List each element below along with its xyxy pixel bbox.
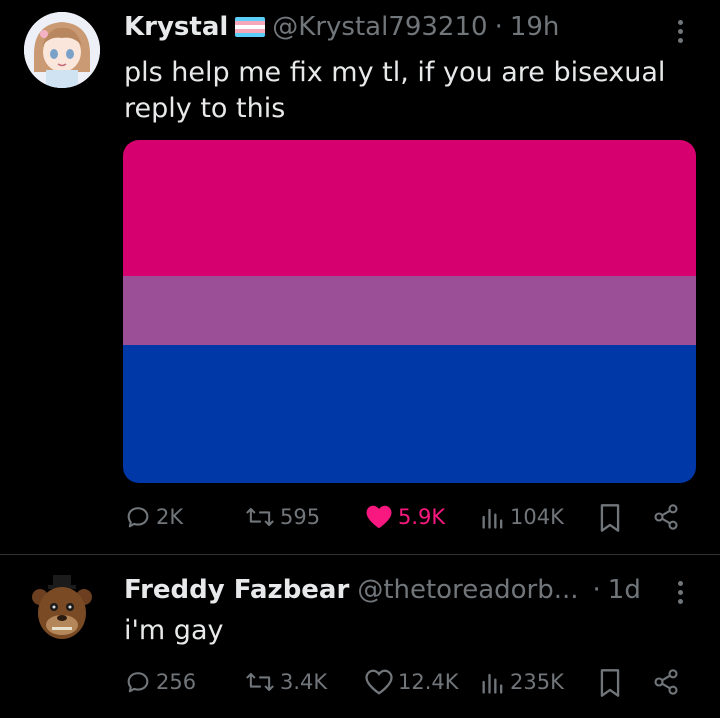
bookmark-button[interactable] <box>598 668 622 698</box>
tweet-text-line: pls help me fix my tl, if you are bisexu… <box>124 57 666 88</box>
reply-icon <box>127 507 149 528</box>
tweet-text: i'm gay <box>124 613 694 649</box>
reply-count: 2K <box>156 505 184 529</box>
repost-count: 3.4K <box>280 670 328 694</box>
separator-dot: · <box>494 12 503 42</box>
reply-button[interactable]: 2K <box>124 503 183 531</box>
bookmark-button[interactable] <box>598 503 622 533</box>
views-icon <box>482 508 503 529</box>
anime-avatar-image <box>24 12 100 88</box>
handle[interactable]: @thetoreadorb... <box>357 575 578 605</box>
separator-dot: · <box>592 575 601 605</box>
share-button[interactable] <box>652 668 680 696</box>
repost-count: 595 <box>280 505 321 529</box>
tweet-actions: 256 3.4K 12.4K 235K <box>0 668 720 704</box>
freddy-fazbear-avatar-image <box>24 569 100 645</box>
tweet-text: pls help me fix my tl, if you are bisexu… <box>124 55 694 127</box>
media-image-bi-flag[interactable] <box>123 140 696 483</box>
reply-icon <box>127 672 149 693</box>
timestamp[interactable]: 1d <box>608 575 641 605</box>
repost-icon <box>246 507 274 527</box>
views-icon <box>482 673 503 694</box>
tweet-text-line: reply to this <box>124 93 286 124</box>
flag-stripe-blue <box>123 345 696 483</box>
like-button[interactable]: 12.4K <box>364 668 459 696</box>
tweet[interactable]: Krystal @Krystal793210 · 19h pls help me… <box>0 0 720 554</box>
trans-flag-icon <box>235 17 266 37</box>
handle[interactable]: @Krystal793210 <box>272 12 487 42</box>
repost-button[interactable]: 3.4K <box>244 668 327 696</box>
avatar[interactable] <box>24 12 100 88</box>
reply-count: 256 <box>156 670 197 694</box>
bookmark-icon <box>600 669 620 697</box>
timestamp[interactable]: 19h <box>510 12 560 42</box>
tweet-text-line: i'm gay <box>124 615 224 646</box>
share-icon <box>654 669 678 695</box>
repost-button[interactable]: 595 <box>244 503 320 531</box>
more-options-icon[interactable] <box>676 581 684 604</box>
bookmark-icon <box>600 504 620 532</box>
repost-icon <box>246 672 274 692</box>
views-button[interactable]: 235K <box>480 668 564 696</box>
flag-stripe-purple <box>123 276 696 345</box>
views-button[interactable]: 104K <box>480 503 564 531</box>
heart-filled-icon <box>366 505 392 529</box>
share-button[interactable] <box>652 503 680 531</box>
views-count: 104K <box>510 505 564 529</box>
tweet[interactable]: Freddy Fazbear @thetoreadorb... · 1d i'm… <box>0 555 720 718</box>
tweet-actions: 2K 595 5.9K 104K <box>0 503 720 539</box>
share-icon <box>654 504 678 530</box>
display-name[interactable]: Krystal <box>124 12 228 42</box>
flag-stripe-pink <box>123 140 696 276</box>
like-button[interactable]: 5.9K <box>364 503 445 531</box>
avatar[interactable] <box>24 569 100 645</box>
like-count: 12.4K <box>398 670 459 694</box>
views-count: 235K <box>510 670 564 694</box>
reply-button[interactable]: 256 <box>124 668 196 696</box>
display-name[interactable]: Freddy Fazbear <box>124 575 349 605</box>
like-count: 5.9K <box>398 505 446 529</box>
more-options-icon[interactable] <box>676 20 684 43</box>
heart-outline-icon <box>365 669 393 695</box>
